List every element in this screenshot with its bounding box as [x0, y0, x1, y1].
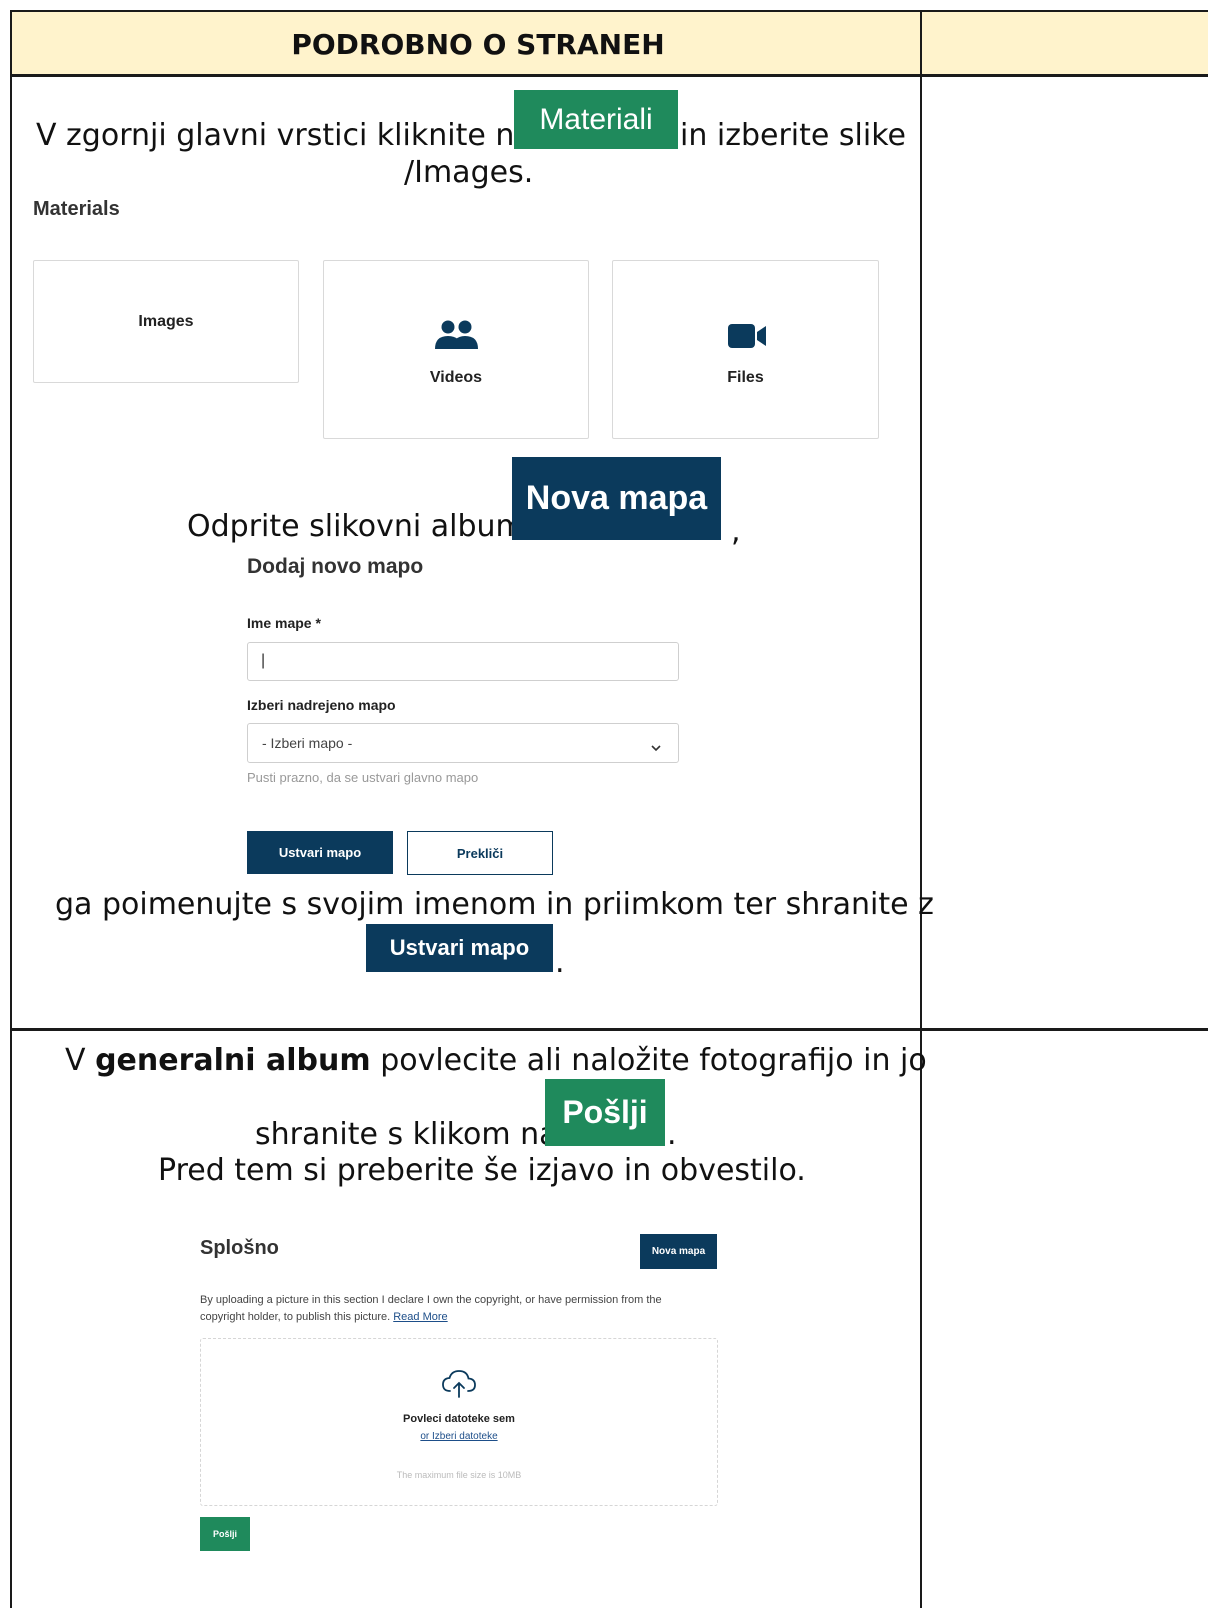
step2-text-after: ,	[731, 514, 741, 549]
select-value: - Izberi mapo -	[262, 735, 353, 751]
step1-text-line2: /Images.	[404, 155, 534, 190]
max-size-hint: The maximum file size is 10MB	[396, 1470, 522, 1480]
step2-text-end: .	[555, 945, 565, 980]
step3-text-end: .	[667, 1117, 677, 1152]
poslji-button-large[interactable]: Pošlji	[545, 1079, 665, 1146]
table-header-title: PODROBNO O STRANEH	[291, 27, 665, 61]
upload-nova-mapa-button[interactable]: Nova mapa	[640, 1234, 717, 1269]
poslji-button-small[interactable]: Pošlji	[200, 1517, 250, 1551]
parent-folder-select[interactable]: - Izberi mapo -	[247, 723, 679, 763]
video-camera-icon	[727, 323, 767, 349]
step1-text-after: in izberite slike	[680, 118, 906, 153]
upload-title: Splošno	[200, 1237, 279, 1259]
step2-text-save: ga poimenujte s svojim imenom in priimko…	[55, 887, 934, 922]
table-border-middle	[920, 10, 922, 1608]
users-icon	[433, 319, 479, 351]
table-border-header	[10, 74, 1208, 77]
step3-text-rest: povlecite ali naložite fotografijo in jo	[380, 1043, 927, 1078]
declaration-text: copyright holder, to publish this pictur…	[200, 1311, 391, 1323]
drop-zone[interactable]: Povleci datoteke sem or Izberi datoteke …	[200, 1338, 718, 1506]
create-folder-button[interactable]: Ustvari mapo	[247, 831, 393, 874]
read-more-link[interactable]: Read More	[393, 1311, 447, 1323]
materiali-button[interactable]: Materiali	[514, 90, 678, 149]
choose-files-link[interactable]: or Izberi datoteke	[420, 1431, 497, 1442]
nova-mapa-button[interactable]: Nova mapa	[512, 457, 721, 540]
step3-text-line1: V generalni album povlecite ali naložite…	[65, 1043, 927, 1078]
declaration-line2: copyright holder, to publish this pictur…	[200, 1311, 448, 1323]
materials-card-files[interactable]: Files	[612, 260, 879, 439]
folder-name-input[interactable]: |	[247, 642, 679, 681]
card-label: Images	[138, 313, 194, 330]
ustvari-mapo-button[interactable]: Ustvari mapo	[366, 924, 553, 972]
materials-card-videos[interactable]: Videos	[323, 260, 589, 439]
chevron-down-icon	[650, 738, 662, 752]
drop-title: Povleci datoteke sem	[403, 1413, 515, 1425]
step3-text-v: V	[65, 1043, 86, 1078]
declaration-line1: By uploading a picture in this section I…	[200, 1294, 662, 1306]
step3-text-line2: shranite s klikom na	[255, 1117, 558, 1152]
card-label: Files	[727, 369, 764, 386]
parent-hint: Pusti prazno, da se ustvari glavno mapo	[247, 770, 479, 785]
step1-text-before: V zgornji glavni vrstici kliknite na	[36, 118, 533, 153]
cloud-upload-icon	[441, 1369, 477, 1399]
step3-text-line3: Pred tem si preberite še izjavo in obves…	[158, 1153, 806, 1188]
cancel-button[interactable]: Prekliči	[407, 831, 553, 875]
step3-text-bold: generalni album	[95, 1043, 371, 1078]
form-title: Dodaj novo mapo	[247, 555, 424, 578]
card-label: Videos	[429, 369, 483, 386]
parent-label: Izberi nadrejeno mapo	[247, 697, 396, 713]
table-border-row	[10, 1028, 1208, 1031]
name-label: Ime mape *	[247, 615, 321, 631]
step2-text-before: Odprite slikovni album	[187, 509, 525, 544]
input-cursor: |	[261, 652, 266, 669]
table-border-top	[10, 10, 1208, 12]
drop-link-wrap: or Izberi datoteke	[201, 1431, 717, 1442]
materials-card-images[interactable]: Images	[33, 260, 299, 383]
table-border-left	[10, 10, 12, 1608]
materials-title: Materials	[33, 198, 120, 220]
